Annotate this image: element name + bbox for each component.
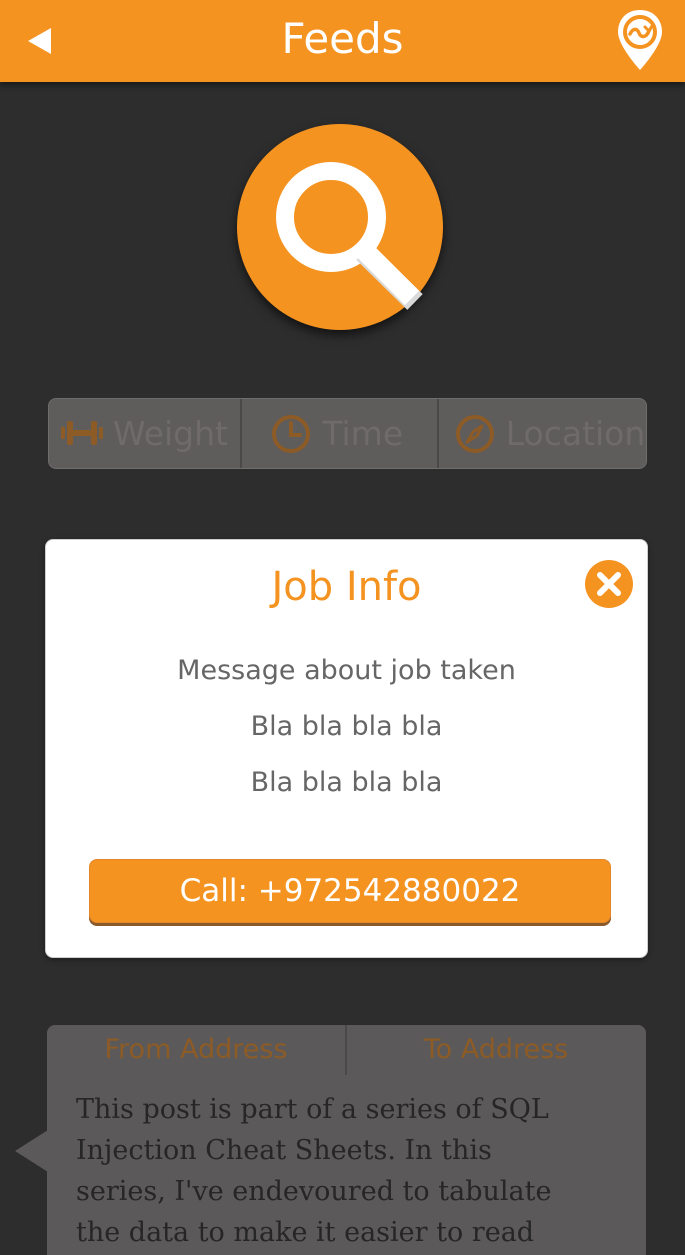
- dialog-line-2: Bla bla bla bla: [250, 711, 443, 742]
- dumbbell-icon: [61, 421, 103, 445]
- close-x-icon: [597, 572, 621, 596]
- post-card: This post is part of a series of SQL Inj…: [47, 1075, 646, 1255]
- call-button[interactable]: Call: +972542880022: [89, 859, 611, 923]
- filter-time[interactable]: Time: [240, 399, 436, 468]
- compass-icon: [455, 415, 494, 453]
- tab-from-address[interactable]: From Address: [47, 1025, 345, 1075]
- job-info-dialog: Job Info Message about job taken Bla bla…: [45, 539, 648, 958]
- search-button[interactable]: [237, 124, 443, 330]
- post-pointer: [15, 1130, 48, 1172]
- location-pin-button[interactable]: [615, 8, 665, 72]
- filter-time-label: Time: [322, 414, 404, 453]
- clock-icon: [272, 415, 311, 453]
- dialog-message: Message about job taken: [177, 655, 516, 686]
- page-title: Feeds: [281, 14, 404, 63]
- top-bar: Feeds: [0, 0, 685, 82]
- dialog-title: Job Info: [271, 564, 422, 610]
- filter-weight-label: Weight: [113, 414, 228, 453]
- tab-to-address[interactable]: To Address: [345, 1025, 645, 1075]
- post-text: This post is part of a series of SQL Inj…: [76, 1094, 552, 1248]
- dialog-line-3: Bla bla bla bla: [250, 767, 443, 798]
- close-button[interactable]: [585, 560, 633, 608]
- filter-weight[interactable]: Weight: [49, 399, 240, 468]
- filter-location[interactable]: Location: [436, 399, 646, 468]
- filter-bar: Weight Time Location: [48, 398, 647, 469]
- location-pin-icon: [618, 10, 662, 70]
- magnifier-icon: [276, 162, 423, 310]
- address-tabs: From Address To Address: [47, 1025, 646, 1075]
- filter-location-label: Location: [505, 414, 646, 453]
